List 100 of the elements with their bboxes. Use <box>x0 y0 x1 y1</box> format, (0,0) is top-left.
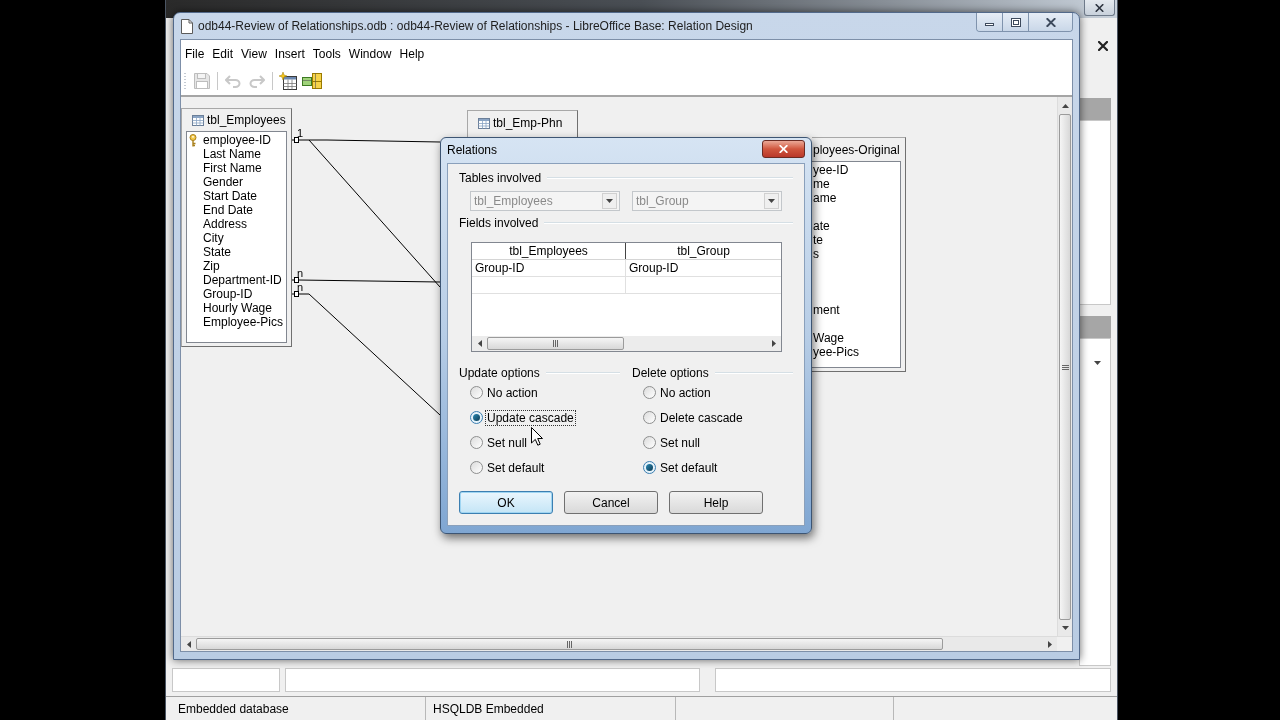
radio-label[interactable]: Set null <box>658 434 703 451</box>
field-name[interactable]: First Name <box>203 161 262 175</box>
field-name[interactable]: yee-Pics <box>813 345 859 359</box>
dialog-button[interactable]: OK <box>459 491 553 514</box>
scroll-left-icon <box>477 340 482 347</box>
radio-label[interactable]: No action <box>485 384 540 401</box>
grid-cell[interactable]: Group-ID <box>472 260 626 276</box>
field-name[interactable]: yee-ID <box>813 163 849 177</box>
scroll-right-icon <box>771 340 776 347</box>
radio-button[interactable] <box>643 386 656 399</box>
field-name[interactable]: End Date <box>203 203 254 217</box>
field-name[interactable]: Department-ID <box>203 273 282 287</box>
radio-label[interactable]: Set null <box>485 434 530 451</box>
scroll-up-icon <box>1061 103 1069 108</box>
field-name[interactable]: te <box>813 233 823 247</box>
field-name[interactable]: employee-ID <box>203 133 272 147</box>
field-name[interactable]: ate <box>813 219 830 233</box>
close-button[interactable] <box>762 140 805 158</box>
menu-item[interactable]: View <box>237 46 271 61</box>
maximize-button[interactable] <box>1003 13 1029 31</box>
close-icon <box>1098 40 1108 51</box>
field-name[interactable]: Wage <box>813 331 844 345</box>
table-title: ployees-Original <box>813 142 900 157</box>
column-header[interactable]: tbl_Group <box>626 243 781 259</box>
grip-icon <box>1061 364 1069 370</box>
close-button[interactable] <box>1029 13 1072 31</box>
field-name[interactable]: Employee-Pics <box>203 315 284 329</box>
close-icon <box>1045 17 1056 27</box>
menu-item[interactable]: Window <box>344 46 396 61</box>
group-label: Update options <box>459 366 540 380</box>
dialog-title: Relations <box>447 143 498 157</box>
field-name[interactable]: Gender <box>203 175 244 189</box>
group-label: Tables involved <box>459 171 542 185</box>
table-grid-icon <box>192 114 204 126</box>
dropdown-arrow-icon <box>606 199 613 203</box>
window-title: odb44-Review of Relationships.odb : odb44-Review of Relationships - LibreOffice Base: Relation Design <box>198 19 753 33</box>
toolbar-button[interactable] <box>277 70 299 92</box>
field-name[interactable]: City <box>203 231 224 245</box>
scrollbar-thumb[interactable] <box>196 638 943 650</box>
radio-label[interactable]: No action <box>658 384 713 401</box>
scroll-right-icon <box>1047 640 1052 648</box>
table-node[interactable]: tbl_Employees employee-ID Last Name First Name Gender Start Date End Date Address City State Zip Department-ID Group-ID Hourly Wage Employee-Pics <box>181 108 292 347</box>
field-name[interactable]: State <box>203 245 232 259</box>
field-name[interactable]: Start Date <box>203 189 258 203</box>
field-name[interactable]: Hourly Wage <box>203 301 272 315</box>
field-name[interactable]: me <box>813 177 830 191</box>
field-name[interactable]: s <box>813 247 819 261</box>
toolbar-button[interactable] <box>301 70 323 92</box>
panel-header <box>1079 316 1111 338</box>
radio-label[interactable]: Set default <box>658 459 720 476</box>
radio-label[interactable]: Delete cascade <box>658 409 745 426</box>
dialog-button[interactable]: Cancel <box>564 491 658 514</box>
radio-button[interactable] <box>643 436 656 449</box>
table-node[interactable]: tbl_Emp-Phn <box>467 110 578 137</box>
field-name[interactable]: Group-ID <box>203 287 253 301</box>
field-name[interactable]: ment <box>813 303 840 317</box>
linked-tables-icon <box>302 73 322 89</box>
radio-button[interactable] <box>470 411 483 424</box>
table-sparkle-icon <box>279 72 297 90</box>
radio-button[interactable] <box>643 461 656 474</box>
radio-label[interactable]: Set default <box>485 459 547 476</box>
cardinality-label: 1 <box>297 128 304 139</box>
radio-label[interactable]: Update cascade <box>485 409 576 426</box>
cardinality-label: n <box>297 268 304 279</box>
field-name[interactable]: ame <box>813 191 837 205</box>
close-button[interactable] <box>1084 0 1115 16</box>
dropdown-arrow-icon <box>768 199 775 203</box>
scrollbar-thumb[interactable] <box>1059 114 1071 620</box>
table-grid-icon <box>478 117 490 129</box>
mouse-pointer-icon <box>531 427 543 446</box>
scroll-down-icon <box>1061 626 1069 630</box>
radio-button[interactable] <box>470 386 483 399</box>
radio-button[interactable] <box>643 411 656 424</box>
column-header[interactable]: tbl_Employees <box>472 243 626 259</box>
menu-item[interactable]: Edit <box>208 46 238 61</box>
table-node[interactable]: ployees-Original yee-ID me ame ate te s ment Wage yee-Pics <box>812 137 906 372</box>
minimize-icon <box>985 23 994 26</box>
scrollbar-thumb[interactable] <box>487 337 624 350</box>
status-text: Embedded database <box>178 701 289 716</box>
close-icon <box>779 145 788 153</box>
grip-icon <box>553 340 558 347</box>
menu-item[interactable]: File <box>181 46 209 61</box>
field-name[interactable]: Last Name <box>203 147 262 161</box>
field-name[interactable]: Address <box>203 217 248 231</box>
radio-button[interactable] <box>470 436 483 449</box>
grid-cell[interactable]: Group-ID <box>626 260 781 276</box>
field-name[interactable]: Zip <box>203 259 220 273</box>
document-icon <box>181 18 193 34</box>
dropdown-arrow-icon <box>1094 361 1101 365</box>
menu-item[interactable]: Tools <box>308 46 345 61</box>
group-label: Delete options <box>632 366 709 380</box>
status-text: HSQLDB Embedded <box>433 701 544 716</box>
menu-item[interactable]: Insert <box>270 46 309 61</box>
radio-button[interactable] <box>470 461 483 474</box>
redo-arrow-icon <box>249 74 265 88</box>
table-title: tbl_Employees <box>207 113 286 127</box>
menu-item[interactable]: Help <box>395 46 429 61</box>
minimize-button[interactable] <box>977 13 1003 31</box>
cardinality-label: n <box>297 282 304 293</box>
dialog-button[interactable]: Help <box>669 491 763 514</box>
